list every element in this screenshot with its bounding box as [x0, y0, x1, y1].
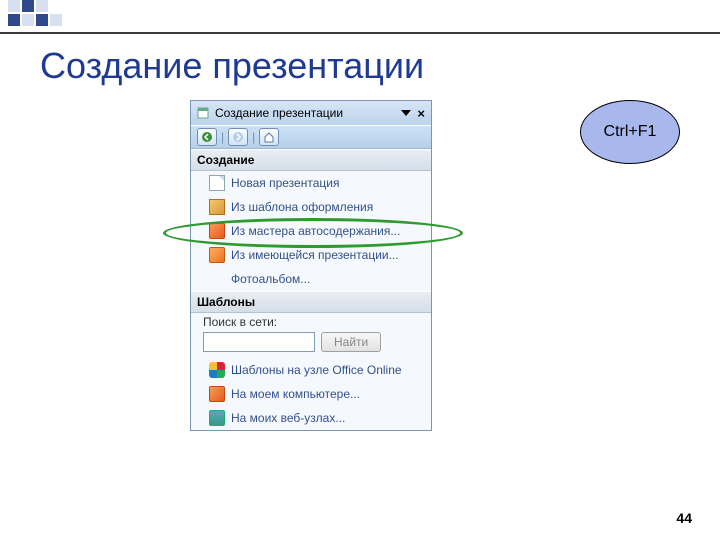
- create-section: Новая презентация Из шаблона оформления …: [191, 171, 431, 291]
- task-pane-header[interactable]: Создание презентации ×: [191, 101, 431, 125]
- item-label: Шаблоны на узле Office Online: [231, 363, 402, 377]
- shortcut-badge: Ctrl+F1: [580, 100, 680, 164]
- nav-forward-button[interactable]: [228, 128, 248, 146]
- templates-section: Поиск в сети: Найти Шаблоны на узле Offi…: [191, 313, 431, 430]
- nav-separator: |: [221, 130, 224, 144]
- existing-icon: [209, 247, 225, 263]
- section-header-create: Создание: [191, 149, 431, 171]
- wizard-icon: [209, 223, 225, 239]
- item-label: Новая презентация: [231, 176, 339, 190]
- nav-back-button[interactable]: [197, 128, 217, 146]
- task-pane: Создание презентации × | | Создание Нова…: [190, 100, 432, 431]
- item-from-existing[interactable]: Из имеющейся презентации...: [191, 243, 431, 267]
- my-computer-icon: [209, 386, 225, 402]
- item-my-web-sites[interactable]: На моих веб-узлах...: [191, 406, 431, 430]
- item-label: Из шаблона оформления: [231, 200, 373, 214]
- task-pane-nav: | |: [191, 125, 431, 149]
- item-label: Фотоальбом...: [231, 272, 310, 286]
- item-new-presentation[interactable]: Новая презентация: [191, 171, 431, 195]
- slide-decoration: [8, 0, 128, 26]
- search-button[interactable]: Найти: [321, 332, 381, 352]
- back-arrow-icon: [201, 131, 213, 143]
- home-icon: [263, 131, 275, 143]
- item-label: На моем компьютере...: [231, 387, 360, 401]
- close-icon[interactable]: ×: [417, 106, 425, 121]
- item-photo-album[interactable]: Фотоальбом...: [191, 267, 431, 291]
- search-label: Поиск в сети:: [203, 315, 423, 329]
- search-row: Поиск в сети: Найти: [191, 313, 431, 358]
- item-label: На моих веб-узлах...: [231, 411, 345, 425]
- slide-title: Создание презентации: [40, 45, 424, 87]
- dropdown-icon[interactable]: [401, 110, 411, 116]
- item-my-computer[interactable]: На моем компьютере...: [191, 382, 431, 406]
- item-from-design-template[interactable]: Из шаблона оформления: [191, 195, 431, 219]
- office-online-icon: [209, 362, 225, 378]
- item-label: Из мастера автосодержания...: [231, 224, 400, 238]
- title-underline: [0, 32, 720, 34]
- nav-home-button[interactable]: [259, 128, 279, 146]
- shortcut-label: Ctrl+F1: [604, 123, 657, 141]
- nav-separator: |: [252, 130, 255, 144]
- item-office-online-templates[interactable]: Шаблоны на узле Office Online: [191, 358, 431, 382]
- section-header-templates: Шаблоны: [191, 291, 431, 313]
- web-sites-icon: [209, 410, 225, 426]
- template-icon: [209, 199, 225, 215]
- forward-arrow-icon: [232, 131, 244, 143]
- item-label: Из имеющейся презентации...: [231, 248, 399, 262]
- new-doc-icon: [209, 175, 225, 191]
- taskpane-icon: [197, 107, 209, 119]
- item-from-autocontent-wizard[interactable]: Из мастера автосодержания...: [191, 219, 431, 243]
- search-input[interactable]: [203, 332, 315, 352]
- task-pane-title: Создание презентации: [215, 106, 395, 120]
- photo-icon: [209, 271, 225, 287]
- page-number: 44: [676, 510, 692, 526]
